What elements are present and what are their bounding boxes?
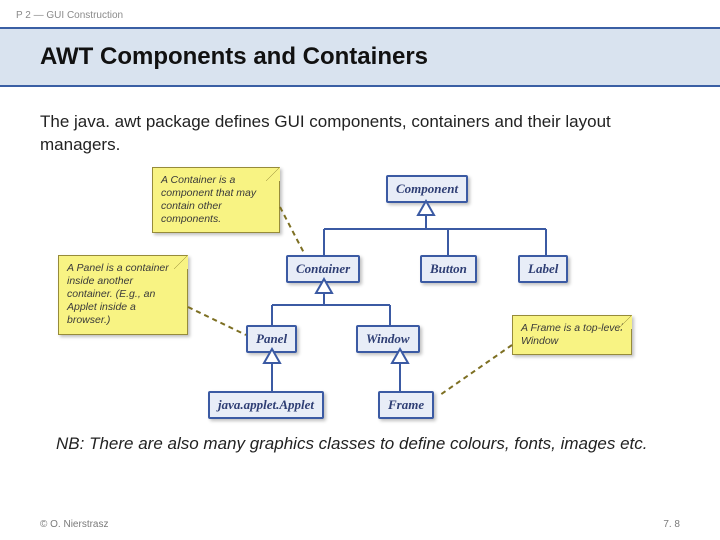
node-component: Component [386,175,468,203]
node-button: Button [420,255,477,283]
note-panel-text: A Panel is a container inside another co… [67,262,169,327]
node-label: Label [518,255,568,283]
note-fold-icon [266,167,280,181]
note-panel: A Panel is a container inside another co… [58,255,188,335]
nb-prefix: NB: [56,434,84,453]
node-frame: Frame [378,391,434,419]
note-frame: A Frame is a top-level Window [512,315,632,355]
note-container: A Container is a component that may cont… [152,167,280,234]
node-window: Window [356,325,420,353]
nb-rest: There are also many graphics classes to … [84,434,647,453]
nb-text: NB: There are also many graphics classes… [56,433,680,456]
note-container-text: A Container is a component that may cont… [161,174,256,225]
note-fold-icon [174,255,188,269]
lead-text: The java. awt package defines GUI compon… [40,111,680,157]
node-container: Container [286,255,360,283]
footer-page: 7. 8 [663,519,680,530]
breadcrumb: P 2 — GUI Construction [0,0,720,27]
page-title: AWT Components and Containers [40,43,720,71]
node-panel: Panel [246,325,297,353]
note-frame-text: A Frame is a top-level Window [521,322,623,347]
title-band: AWT Components and Containers [0,27,720,87]
awt-diagram: A Container is a component that may cont… [80,167,640,427]
note-fold-icon [618,315,632,329]
footer: © O. Nierstrasz 7. 8 [0,519,720,530]
footer-copyright: © O. Nierstrasz [40,519,109,530]
slide-body: The java. awt package defines GUI compon… [0,87,720,456]
node-applet: java.applet.Applet [208,391,324,419]
